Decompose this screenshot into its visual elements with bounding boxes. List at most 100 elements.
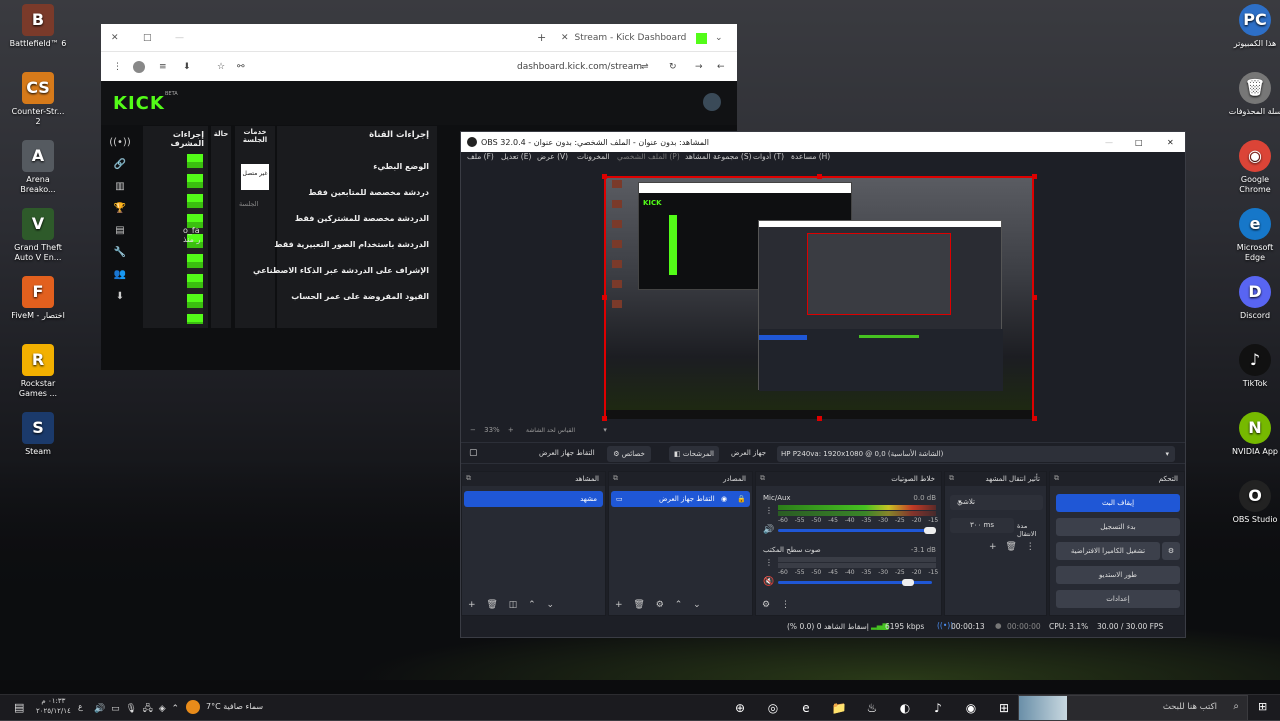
network-icon[interactable]: 🖧 bbox=[143, 704, 153, 714]
preview-resize-handle[interactable] bbox=[1032, 174, 1037, 179]
maximize-window-icon[interactable]: □ bbox=[143, 33, 152, 43]
taskbar-app-icon[interactable]: ◐ bbox=[889, 695, 921, 721]
scene-filters-icon[interactable]: ◫ bbox=[509, 600, 518, 610]
close-window-icon[interactable]: ✕ bbox=[111, 33, 119, 43]
kick-sidebar-icon[interactable]: 🏆 bbox=[101, 203, 139, 214]
kick-sidebar-icon[interactable]: 👥 bbox=[101, 269, 139, 280]
move-up-icon[interactable]: ⌃ bbox=[528, 600, 536, 610]
menu-edit[interactable]: تعديل (E) bbox=[501, 152, 531, 161]
transition-select[interactable]: ▾ تلاشي bbox=[950, 495, 1043, 510]
menu-file[interactable]: ملف (F) bbox=[467, 152, 494, 161]
kick-sidebar-icon[interactable]: ⬇ bbox=[101, 291, 139, 302]
preview-resize-handle[interactable] bbox=[817, 174, 822, 179]
kick-logo[interactable]: KICK bbox=[113, 93, 165, 114]
mic-volume-slider[interactable] bbox=[778, 529, 932, 532]
zoom-in-icon[interactable]: + bbox=[508, 426, 514, 434]
preview-hint[interactable]: القياس لحد الشاشة bbox=[526, 427, 575, 434]
desktop-icon[interactable]: B Battlefield™ 6 bbox=[9, 4, 67, 49]
mic-volume-knob[interactable] bbox=[924, 527, 936, 534]
new-tab-icon[interactable]: + bbox=[537, 31, 546, 44]
menu-tools[interactable]: أدوات (T) bbox=[753, 152, 784, 161]
download-icon[interactable]: ⬇ bbox=[183, 62, 191, 72]
remove-scene-icon[interactable]: 🗑 bbox=[486, 600, 497, 610]
desktop-icon[interactable]: e Microsoft Edge bbox=[1226, 208, 1280, 263]
source-settings-icon[interactable]: ⚙ bbox=[656, 600, 664, 610]
preview-resize-handle[interactable] bbox=[602, 416, 607, 421]
notifications-icon[interactable]: ▤ bbox=[14, 701, 24, 714]
menu-dots-icon[interactable]: ⋮ bbox=[113, 62, 122, 72]
tab-list-chevron-icon[interactable]: ⌄ bbox=[715, 33, 723, 43]
undock-icon[interactable]: ⧉ bbox=[760, 474, 765, 483]
desktop-icon[interactable]: D Discord bbox=[1226, 276, 1280, 321]
tune-icon[interactable]: ⚯ bbox=[237, 62, 245, 72]
undock-icon[interactable]: ⧉ bbox=[949, 474, 954, 483]
menu-help[interactable]: مساعدة (H) bbox=[791, 152, 830, 161]
desktop-icon[interactable]: R Rockstar Games ... bbox=[9, 344, 67, 399]
forward-icon[interactable]: → bbox=[695, 62, 703, 72]
clock[interactable]: ٠١:٣٣ م ٢٠٢٥/١٢/١٤ bbox=[36, 696, 71, 716]
desktop-icon[interactable]: F FiveM - اختصار bbox=[9, 276, 67, 321]
taskbar-app-icon[interactable]: 📁 bbox=[823, 695, 855, 721]
channel-action-item[interactable]: الإشراف على الدردشة عبر الذكاء الاصطناعي bbox=[253, 266, 429, 275]
maximize-obs-icon[interactable]: □ bbox=[1135, 138, 1143, 147]
remove-source-icon[interactable]: 🗑 bbox=[633, 600, 644, 610]
move-down-icon[interactable]: ⌄ bbox=[547, 600, 555, 610]
desktop-volume-knob[interactable] bbox=[902, 579, 914, 586]
remove-transition-icon[interactable]: 🗑 bbox=[1005, 542, 1016, 552]
desktop-icon[interactable]: 🗑 سلة المحذوفات bbox=[1226, 72, 1280, 117]
advanced-audio-icon[interactable]: ⚙ bbox=[762, 600, 770, 610]
battery-icon[interactable]: ▭ bbox=[111, 704, 120, 714]
taskbar-app-icon[interactable]: ♨ bbox=[856, 695, 888, 721]
taskbar-app-icon[interactable]: ◉ bbox=[955, 695, 987, 721]
profile-avatar[interactable] bbox=[133, 60, 145, 73]
taskbar-app-icon[interactable]: e bbox=[790, 695, 822, 721]
mic-icon[interactable]: 🎙 bbox=[125, 704, 136, 714]
undock-icon[interactable]: ⧉ bbox=[613, 474, 618, 483]
taskbar-app-icon[interactable]: ◎ bbox=[757, 695, 789, 721]
channel-action-item[interactable]: القيود المفروضة على عمر الحساب bbox=[285, 292, 429, 301]
source-item[interactable]: ▭ التقاط جهاز العرض ◉ 🔒 bbox=[611, 491, 750, 507]
reload-icon[interactable]: ↻ bbox=[669, 62, 677, 72]
stop-streaming-button[interactable]: إيقاف البث bbox=[1056, 494, 1180, 512]
preview-menu-chevron-icon[interactable]: ▾ bbox=[603, 426, 607, 434]
undock-icon[interactable]: ⧉ bbox=[466, 474, 471, 483]
start-button-icon[interactable]: ⊞ bbox=[1258, 700, 1267, 713]
url-field[interactable]: dashboard.kick.com/stream bbox=[517, 62, 642, 72]
kick-sidebar-icon[interactable]: ▥ bbox=[101, 181, 139, 192]
settings-button[interactable]: إعدادات bbox=[1056, 590, 1180, 608]
display-select[interactable]: HP P240va: 1920x1080 @ 0,0 (الشاشة الأسا… bbox=[777, 446, 1175, 462]
preview-resize-handle[interactable] bbox=[602, 174, 607, 179]
menu-view[interactable]: عرض (V) bbox=[537, 152, 568, 161]
desktop-icon[interactable]: A Arena Breako... bbox=[9, 140, 67, 195]
add-source-icon[interactable]: + bbox=[615, 600, 623, 610]
app-icon[interactable]: ◈ bbox=[159, 704, 166, 714]
back-icon[interactable]: ← bbox=[717, 62, 725, 72]
taskbar-app-icon[interactable]: ⊞ bbox=[988, 695, 1020, 721]
transition-menu-dots-icon[interactable]: ⋮ bbox=[1026, 542, 1035, 552]
visibility-eye-icon[interactable]: ◉ bbox=[721, 491, 727, 507]
add-scene-icon[interactable]: + bbox=[468, 600, 476, 610]
start-virtual-camera-button[interactable]: تشغيل الكاميرا الافتراضية bbox=[1056, 542, 1160, 560]
desktop-icon[interactable]: S Steam bbox=[9, 412, 67, 457]
desktop-icon[interactable]: V Grand Theft Auto V En... bbox=[9, 208, 67, 263]
preview-resize-handle[interactable] bbox=[602, 295, 607, 300]
weather-text[interactable]: 7°C سماء صافية bbox=[206, 702, 263, 711]
taskbar-app-icon[interactable]: ♪ bbox=[922, 695, 954, 721]
scene-item[interactable]: مشهد bbox=[464, 491, 603, 507]
channel-menu-dots-icon[interactable]: ⋮ bbox=[765, 506, 773, 515]
preview-resize-handle[interactable] bbox=[817, 416, 822, 421]
channel-menu-dots-icon[interactable]: ⋮ bbox=[765, 558, 773, 567]
filters-button[interactable]: ◧ المرشحات bbox=[669, 446, 719, 462]
minimize-window-icon[interactable]: — bbox=[175, 33, 184, 43]
undock-icon[interactable]: ⧉ bbox=[1054, 474, 1059, 483]
chevron-up-icon[interactable]: ⌃ bbox=[172, 704, 180, 714]
kick-sidebar-icon[interactable]: ▤ bbox=[101, 225, 139, 236]
kick-sidebar-icon[interactable]: 🔗 bbox=[101, 159, 139, 170]
mixer-menu-dots-icon[interactable]: ⋮ bbox=[781, 600, 790, 610]
add-transition-icon[interactable]: + bbox=[989, 542, 997, 552]
channel-action-item[interactable]: الوضع البطيء bbox=[285, 162, 429, 171]
volume-icon[interactable]: 🔊 bbox=[94, 704, 105, 714]
site-info-icon[interactable]: ⇌ bbox=[641, 62, 649, 72]
media-icon[interactable]: ≡ bbox=[159, 62, 167, 72]
user-avatar[interactable] bbox=[703, 93, 721, 111]
